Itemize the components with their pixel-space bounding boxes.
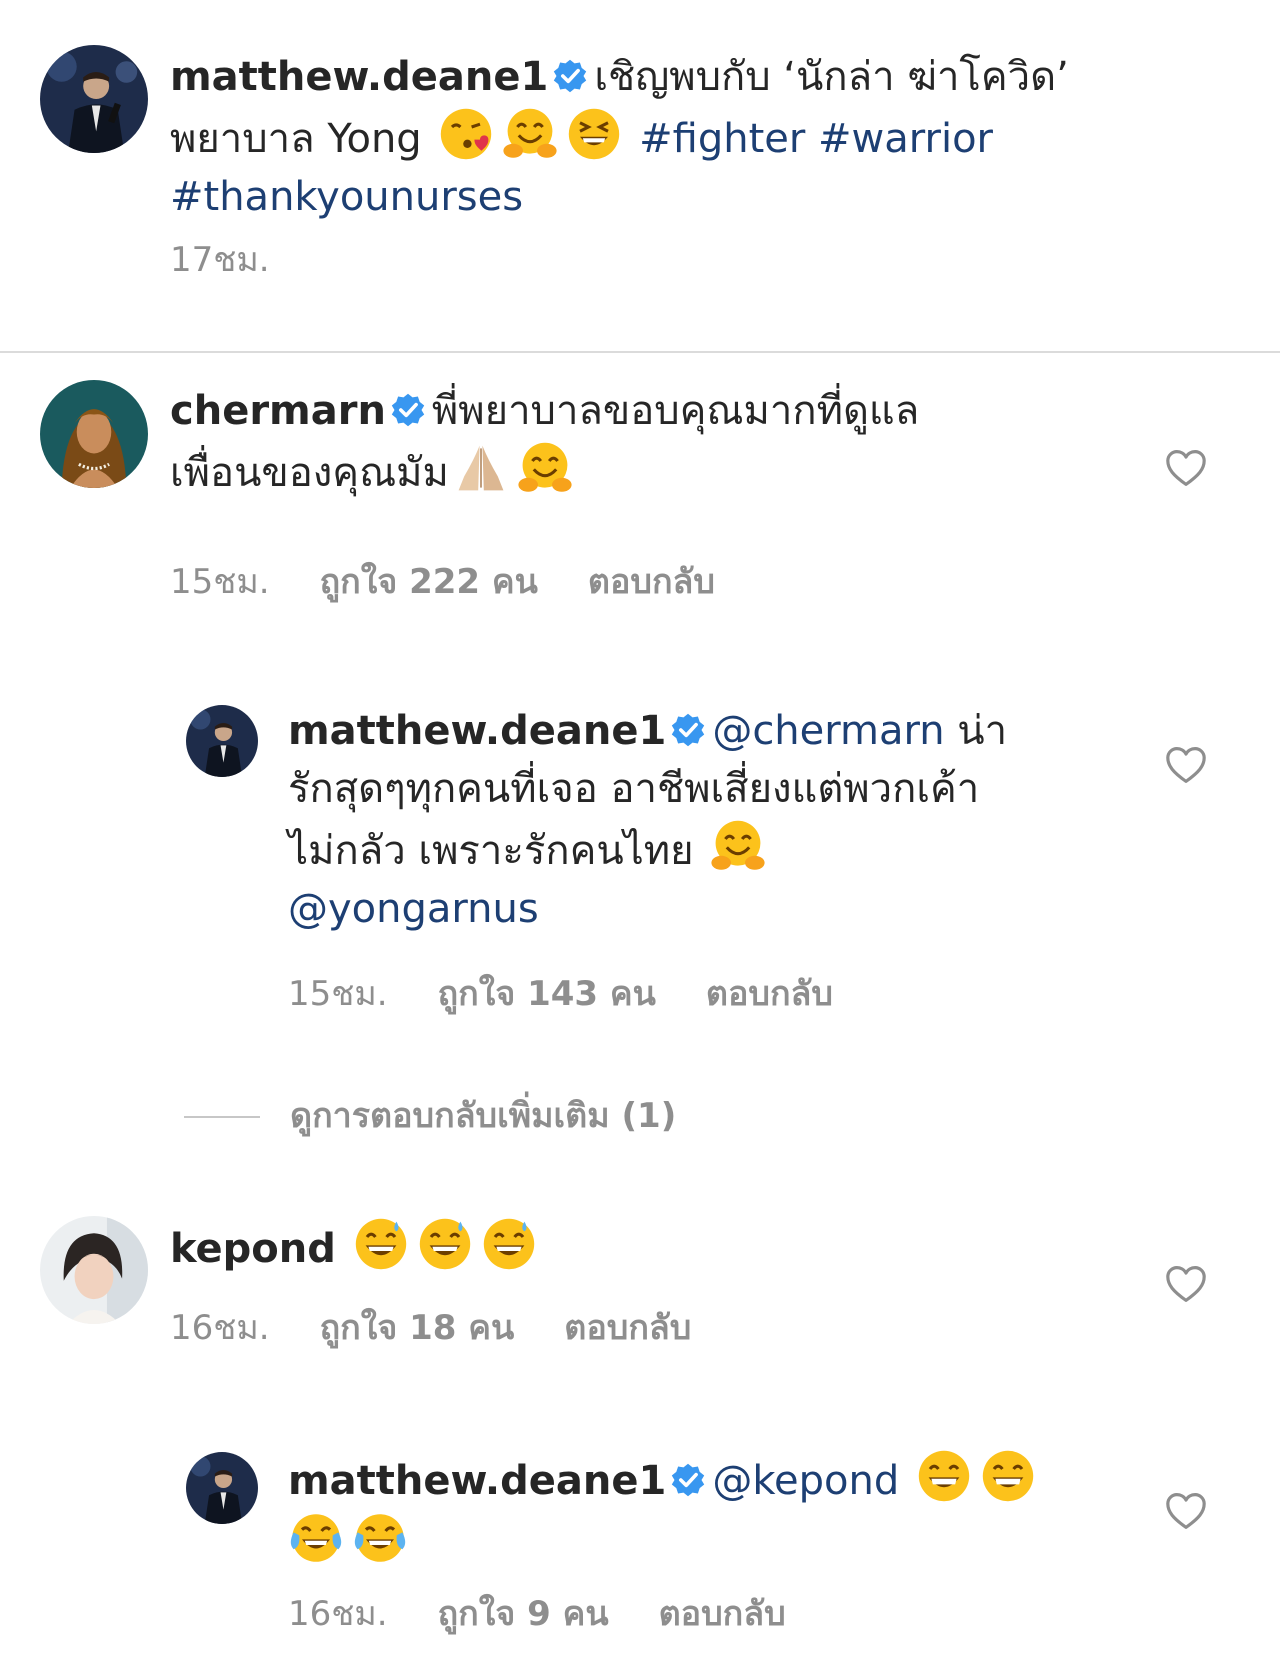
view-more-divider bbox=[184, 1116, 260, 1118]
comment-time: 15ชม. bbox=[170, 562, 270, 602]
reply-avatar-matthew[interactable] bbox=[186, 705, 258, 777]
verified-badge-icon bbox=[390, 392, 426, 428]
comment-username[interactable]: matthew.deane1 bbox=[288, 1458, 666, 1504]
comment-text-2: รักสุดๆทุกคนที่เจอ อาชีพเสี่ยงแต่พวกเค้า bbox=[288, 766, 980, 812]
comment-likes[interactable]: ถูกใจ 9 คน bbox=[438, 1594, 609, 1634]
hugging-face-emoji-icon bbox=[502, 106, 558, 162]
comment-text: พี่พยาบาลขอบคุณมากที่ดูแล bbox=[431, 388, 920, 434]
tears-of-joy-emoji-icon bbox=[352, 1510, 408, 1566]
reply-1-line-1: matthew.deane1 @chermarn น่า bbox=[288, 702, 1007, 760]
hugging-face-emoji-icon bbox=[710, 818, 766, 874]
post-meta: 17ชม. bbox=[170, 240, 320, 280]
reply-button[interactable]: ตอบกลับ bbox=[564, 1308, 691, 1348]
heart-outline-icon[interactable] bbox=[1164, 745, 1208, 785]
comment-username[interactable]: matthew.deane1 bbox=[288, 708, 666, 754]
reply-button[interactable]: ตอบกลับ bbox=[588, 562, 715, 602]
reply-1-line-3: ไม่กลัว เพราะรักคนไทย bbox=[288, 818, 1007, 880]
comment-3-line-1: kepond bbox=[170, 1216, 541, 1278]
heart-outline-icon[interactable] bbox=[1164, 448, 1208, 488]
caption-text: เชิญพบกับ ‘นักล่า ฆ่าโควิด’ bbox=[594, 54, 1069, 100]
mention-chermarn[interactable]: @chermarn bbox=[712, 708, 944, 754]
comment-text-2: เพื่อนของคุณมัม bbox=[170, 450, 449, 496]
kissing-face-emoji-icon bbox=[438, 106, 494, 162]
post-author-avatar[interactable] bbox=[40, 45, 148, 153]
grinning-sweat-emoji-icon bbox=[353, 1216, 409, 1272]
verified-badge-icon bbox=[670, 1462, 706, 1498]
mention-yongarnus[interactable]: @yongarnus bbox=[288, 886, 539, 932]
post-username[interactable]: matthew.deane1 bbox=[170, 54, 548, 100]
reply-avatar-matthew[interactable] bbox=[186, 1452, 258, 1524]
post-caption: matthew.deane1 เชิญพบกับ ‘นักล่า ฆ่าโควิด… bbox=[170, 48, 1069, 226]
reply-button[interactable]: ตอบกลับ bbox=[659, 1594, 786, 1634]
hashtag-thankyounurses[interactable]: #thankyounurses bbox=[170, 174, 523, 220]
comment-1-line-2: เพื่อนของคุณมัม bbox=[170, 440, 919, 502]
comment-body-3: kepond bbox=[170, 1216, 541, 1278]
comment-text: น่า bbox=[957, 708, 1008, 754]
reply-1-line-2: รักสุดๆทุกคนที่เจอ อาชีพเสี่ยงแต่พวกเค้า bbox=[288, 760, 1007, 818]
reply-2-line-2 bbox=[288, 1510, 1040, 1572]
reply-2-line-1: matthew.deane1 @kepond bbox=[288, 1448, 1040, 1510]
mention-kepond[interactable]: @kepond bbox=[712, 1458, 899, 1504]
view-more-replies[interactable]: ดูการตอบกลับเพิ่มเติม (1) bbox=[290, 1096, 726, 1136]
comment-text-3: ไม่กลัว เพราะรักคนไทย bbox=[288, 828, 694, 874]
comment-username[interactable]: chermarn bbox=[170, 388, 386, 434]
comment-body-4: matthew.deane1 @kepond bbox=[288, 1448, 1040, 1572]
caption-divider bbox=[0, 351, 1280, 353]
comment-time: 16ชม. bbox=[288, 1594, 388, 1634]
reply-1-line-4: @yongarnus bbox=[288, 880, 1007, 938]
caption-text-2: พยาบาล Yong bbox=[170, 116, 422, 162]
hashtags[interactable]: #fighter #warrior bbox=[639, 116, 993, 162]
comment-avatar-chermarn[interactable] bbox=[40, 380, 148, 488]
comment-avatar-kepond[interactable] bbox=[40, 1216, 148, 1324]
beaming-face-emoji-icon bbox=[916, 1448, 972, 1504]
beaming-face-emoji-icon bbox=[980, 1448, 1036, 1504]
verified-badge-icon bbox=[670, 712, 706, 748]
view-more-replies-label[interactable]: ดูการตอบกลับเพิ่มเติม (1) bbox=[290, 1096, 676, 1136]
caption-line-1: matthew.deane1 เชิญพบกับ ‘นักล่า ฆ่าโควิด… bbox=[170, 48, 1069, 106]
post-time: 17ชม. bbox=[170, 240, 270, 280]
comment-body-1: chermarn พี่พยาบาลขอบคุณมากที่ดูแล เพื่อน… bbox=[170, 382, 919, 502]
comment-username[interactable]: kepond bbox=[170, 1226, 336, 1272]
comment-meta-2: 15ชม. ถูกใจ 143 คน ตอบกลับ bbox=[288, 974, 883, 1014]
comment-meta-3: 16ชม. ถูกใจ 18 คน ตอบกลับ bbox=[170, 1308, 741, 1348]
caption-line-2: พยาบาล Yong #fighter #warrior bbox=[170, 106, 1069, 168]
comment-likes[interactable]: ถูกใจ 143 คน bbox=[438, 974, 656, 1014]
comment-time: 16ชม. bbox=[170, 1308, 270, 1348]
comment-likes[interactable]: ถูกใจ 222 คน bbox=[320, 562, 538, 602]
comment-time: 15ชม. bbox=[288, 974, 388, 1014]
heart-outline-icon[interactable] bbox=[1164, 1264, 1208, 1304]
comment-body-2: matthew.deane1 @chermarn น่า รักสุดๆทุกคน… bbox=[288, 702, 1007, 938]
grinning-sweat-emoji-icon bbox=[417, 1216, 473, 1272]
caption-line-3: #thankyounurses bbox=[170, 168, 1069, 226]
folded-hands-emoji-icon bbox=[453, 440, 509, 496]
reply-button[interactable]: ตอบกลับ bbox=[706, 974, 833, 1014]
heart-outline-icon[interactable] bbox=[1164, 1491, 1208, 1531]
tears-of-joy-emoji-icon bbox=[288, 1510, 344, 1566]
hugging-face-emoji-icon bbox=[517, 440, 573, 496]
comment-meta-4: 16ชม. ถูกใจ 9 คน ตอบกลับ bbox=[288, 1594, 836, 1634]
comment-1-line-1: chermarn พี่พยาบาลขอบคุณมากที่ดูแล bbox=[170, 382, 919, 440]
comment-meta-1: 15ชม. ถูกใจ 222 คน ตอบกลับ bbox=[170, 562, 765, 602]
verified-badge-icon bbox=[552, 58, 588, 94]
grinning-squinting-face-emoji-icon bbox=[566, 106, 622, 162]
grinning-sweat-emoji-icon bbox=[481, 1216, 537, 1272]
comment-likes[interactable]: ถูกใจ 18 คน bbox=[320, 1308, 515, 1348]
